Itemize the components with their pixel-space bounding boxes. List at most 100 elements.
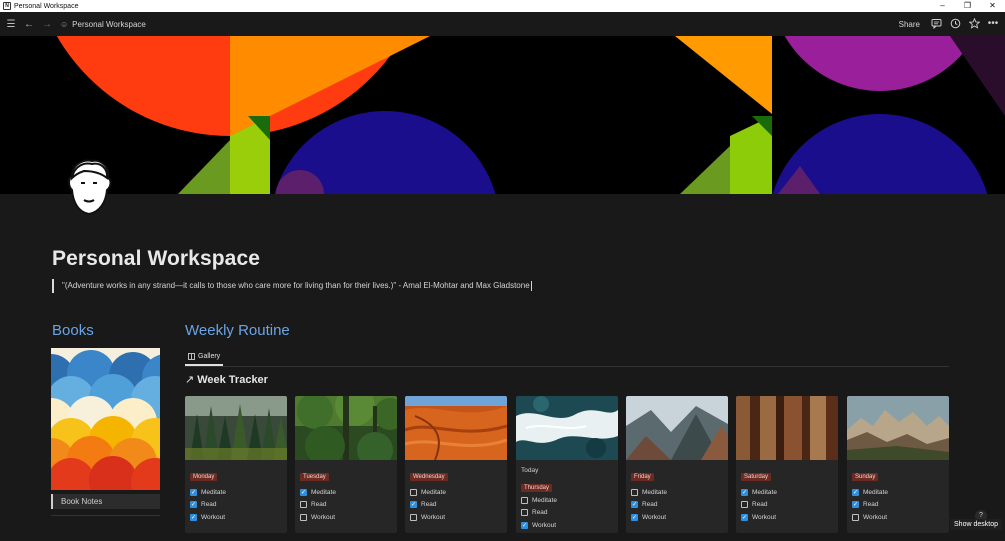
- card-body: Monday ✓ Meditate ✓ Read ✓ Workout: [185, 460, 287, 524]
- menu-icon[interactable]: ☰: [4, 17, 18, 31]
- task-label: Read: [201, 501, 217, 509]
- checkbox[interactable]: ✓: [852, 501, 859, 509]
- task-row: ✓ Read: [410, 499, 502, 512]
- checkbox[interactable]: ✓: [190, 513, 197, 521]
- checkbox[interactable]: ✓: [852, 488, 859, 496]
- weekly-routine-heading[interactable]: Weekly Routine: [185, 322, 290, 339]
- checkbox[interactable]: [300, 501, 307, 509]
- task-row: Read: [300, 499, 392, 512]
- task-row: Meditate: [631, 486, 723, 499]
- gallery-icon: [188, 352, 195, 360]
- comment-icon[interactable]: [930, 18, 942, 30]
- app-toolbar: ☰ ← → ☺ Personal Workspace Share •••: [0, 12, 1005, 36]
- task-row: Meditate: [410, 486, 502, 499]
- checkbox[interactable]: [410, 513, 417, 521]
- week-tracker-link[interactable]: ↗ Week Tracker: [185, 373, 268, 387]
- task-row: ✓ Read: [190, 499, 282, 512]
- checkbox[interactable]: ✓: [410, 501, 417, 509]
- task-label: Workout: [421, 513, 446, 521]
- checkbox[interactable]: ✓: [741, 513, 748, 521]
- card-body: Saturday ✓ Meditate Read ✓ Workout: [736, 460, 838, 524]
- checkbox[interactable]: ✓: [190, 501, 197, 509]
- text-cursor: [530, 280, 532, 291]
- show-desktop-tooltip: Show desktop: [950, 519, 1002, 530]
- card-cover-image: [516, 396, 618, 460]
- day-tag: Sunday: [852, 473, 879, 481]
- link-arrow-icon: ↗: [185, 374, 195, 386]
- page-title[interactable]: Personal Workspace: [52, 247, 260, 271]
- back-arrow-icon[interactable]: ←: [22, 17, 36, 31]
- task-row: Meditate: [521, 494, 613, 507]
- page-quote[interactable]: "(Adventure works in any strand—it calls…: [52, 279, 532, 293]
- gallery-view-tab[interactable]: Gallery: [185, 348, 224, 366]
- task-row: ✓ Read: [852, 499, 944, 512]
- task-label: Meditate: [863, 488, 888, 496]
- task-label: Meditate: [532, 496, 557, 504]
- task-label: Workout: [642, 513, 667, 521]
- day-card-monday[interactable]: Monday ✓ Meditate ✓ Read ✓ Workout: [185, 396, 287, 533]
- task-label: Workout: [201, 513, 226, 521]
- checkbox[interactable]: ✓: [521, 521, 528, 529]
- task-label: Workout: [752, 513, 777, 521]
- day-card-wednesday[interactable]: Wednesday Meditate ✓ Read Workout: [405, 396, 507, 533]
- window-titlebar: N Personal Workspace – ❐ ✕: [0, 0, 1005, 12]
- checkbox[interactable]: [300, 513, 307, 521]
- card-cover-image: [847, 396, 949, 460]
- card-body: Sunday ✓ Meditate ✓ Read Workout: [847, 460, 949, 524]
- task-label: Read: [752, 501, 768, 509]
- checkbox[interactable]: ✓: [741, 488, 748, 496]
- task-label: Workout: [532, 521, 557, 529]
- favorite-star-icon[interactable]: [968, 17, 980, 30]
- task-row: ✓ Meditate: [300, 486, 392, 499]
- close-button[interactable]: ✕: [980, 0, 1005, 12]
- card-body: Today Thursday Meditate Read ✓ Workout: [516, 460, 618, 532]
- week-tracker-title: Week Tracker: [197, 373, 268, 386]
- task-label: Meditate: [642, 488, 667, 496]
- task-row: ✓ Workout: [521, 519, 613, 532]
- window-controls: – ❐ ✕: [930, 0, 1005, 12]
- card-body: Wednesday Meditate ✓ Read Workout: [405, 460, 507, 524]
- forward-arrow-icon[interactable]: →: [40, 17, 54, 31]
- checkbox[interactable]: [631, 488, 638, 496]
- page-cover-image[interactable]: [0, 36, 1005, 194]
- divider: [51, 515, 160, 516]
- checkbox[interactable]: [741, 501, 748, 509]
- task-label: Read: [532, 509, 548, 517]
- task-row: ✓ Meditate: [741, 486, 833, 499]
- card-body: Friday Meditate ✓ Read ✓ Workout: [626, 460, 728, 524]
- book-notes-cover[interactable]: [51, 348, 160, 490]
- day-tag: Wednesday: [410, 473, 448, 481]
- checkbox[interactable]: ✓: [190, 488, 197, 496]
- checkbox[interactable]: ✓: [631, 513, 638, 521]
- task-label: Read: [311, 501, 327, 509]
- minimize-button[interactable]: –: [930, 0, 955, 12]
- restore-button[interactable]: ❐: [955, 0, 980, 12]
- day-card-sunday[interactable]: Sunday ✓ Meditate ✓ Read Workout: [847, 396, 949, 533]
- checkbox[interactable]: [521, 509, 528, 517]
- day-card-thursday[interactable]: Today Thursday Meditate Read ✓ Workout: [516, 396, 618, 533]
- breadcrumb[interactable]: Personal Workspace: [72, 20, 146, 29]
- checkbox[interactable]: [852, 513, 859, 521]
- share-button[interactable]: Share: [899, 20, 920, 29]
- more-options-icon[interactable]: •••: [987, 18, 999, 30]
- book-notes-title[interactable]: Book Notes: [51, 494, 160, 509]
- card-body: Tuesday ✓ Meditate Read Workout: [295, 460, 397, 524]
- task-label: Workout: [311, 513, 336, 521]
- day-card-friday[interactable]: Friday Meditate ✓ Read ✓ Workout: [626, 396, 728, 533]
- page-avatar-icon[interactable]: [62, 156, 116, 222]
- checkbox[interactable]: ✓: [631, 501, 638, 509]
- history-clock-icon[interactable]: [949, 18, 961, 30]
- checkbox[interactable]: [521, 496, 528, 504]
- task-label: Meditate: [752, 488, 777, 496]
- task-label: Workout: [863, 513, 888, 521]
- task-row: Read: [521, 507, 613, 520]
- checkbox[interactable]: [410, 488, 417, 496]
- toolbar-actions: Share •••: [899, 12, 999, 36]
- day-card-saturday[interactable]: Saturday ✓ Meditate Read ✓ Workout: [736, 396, 838, 533]
- day-card-tuesday[interactable]: Tuesday ✓ Meditate Read Workout: [295, 396, 397, 533]
- checkbox[interactable]: ✓: [300, 488, 307, 496]
- task-row: Workout: [852, 511, 944, 524]
- books-heading[interactable]: Books: [52, 322, 94, 339]
- task-label: Read: [863, 501, 879, 509]
- card-cover-image: [295, 396, 397, 460]
